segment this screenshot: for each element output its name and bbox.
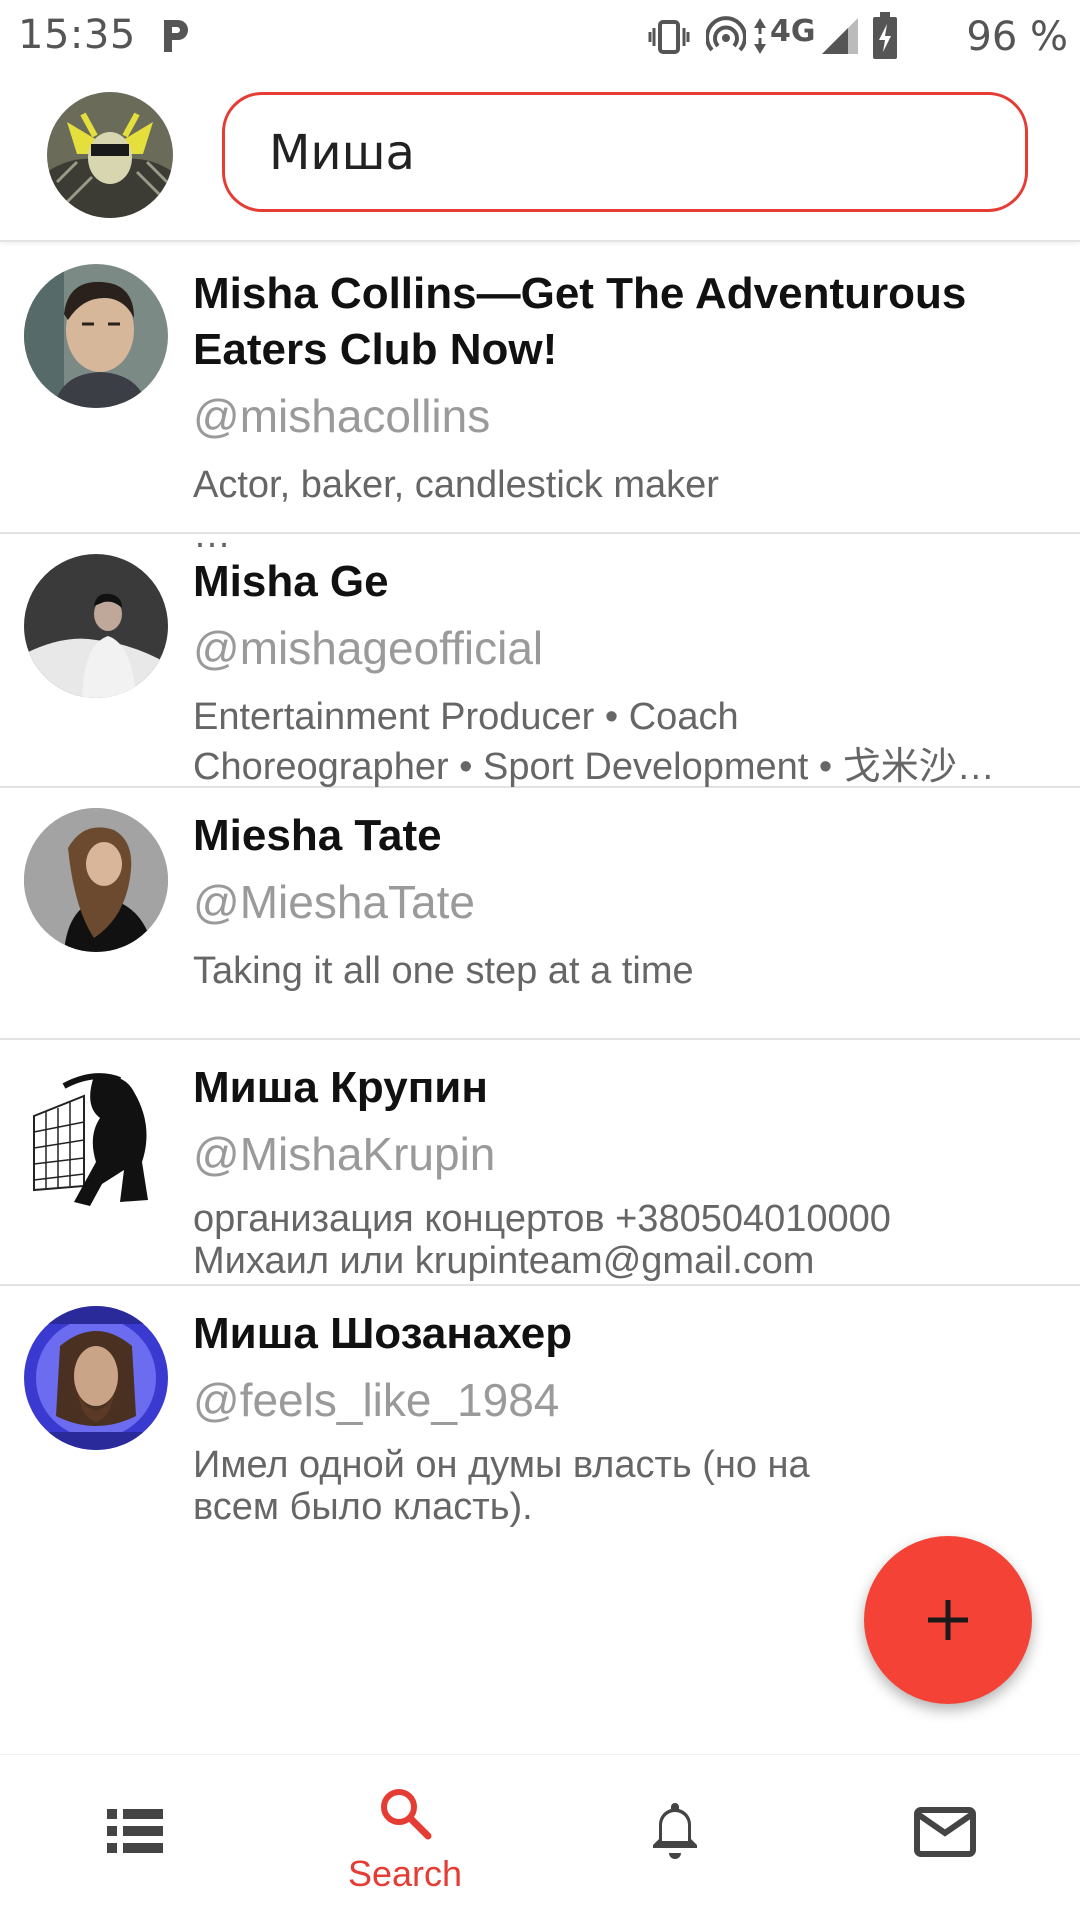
result-text: Миша Шозанахер @feels_like_1984 Имел одн… <box>193 1306 1053 1528</box>
result-handle: @mishacollins <box>193 390 491 442</box>
result-handle: @feels_like_1984 <box>193 1374 560 1426</box>
profile-picture <box>47 92 173 218</box>
result-avatar[interactable] <box>24 1066 168 1210</box>
result-avatar[interactable] <box>24 264 168 408</box>
battery-charging-icon <box>873 12 897 59</box>
result-avatar[interactable] <box>24 808 168 952</box>
search-results-list: Misha Collins—Get The Adventurous Eaters… <box>0 242 1080 1754</box>
status-bar: 15:35 4G 96 % <box>0 0 1080 76</box>
result-handle: @mishageofficial <box>193 622 544 674</box>
bell-icon <box>653 1803 697 1859</box>
compose-fab[interactable] <box>864 1536 1032 1704</box>
avatar-image <box>24 1306 168 1450</box>
result-item[interactable]: Миша Крупин @MishaKrupin организация кон… <box>0 1040 1080 1286</box>
plus-icon <box>928 1600 968 1640</box>
result-text: Miesha Tate @MieshaTate Taking it all on… <box>193 808 1053 996</box>
result-name: Misha Collins—Get The Adventurous Eaters… <box>193 269 967 374</box>
avatar-image <box>24 264 168 408</box>
result-name: Миша Шозанахер <box>193 1309 573 1358</box>
hotspot-icon <box>706 16 746 52</box>
parking-app-icon <box>164 20 188 52</box>
nav-search[interactable]: Search <box>270 1755 540 1920</box>
result-bio: Имел одной он думы власть (но на всем бы… <box>193 1444 810 1528</box>
nav-notifications[interactable] <box>540 1755 810 1920</box>
result-item[interactable]: Миша Шозанахер @feels_like_1984 Имел одн… <box>0 1286 1080 1536</box>
result-bio: организация концертов +380504010000 Миха… <box>193 1198 891 1282</box>
result-handle: @MieshaTate <box>193 876 475 928</box>
battery-percent: 96 % <box>966 14 1068 60</box>
signal-icon <box>822 18 858 54</box>
bottom-navigation: Search <box>0 1754 1080 1920</box>
result-avatar[interactable] <box>24 1306 168 1450</box>
result-name: Miesha Tate <box>193 811 442 860</box>
result-item[interactable]: Misha Ge @mishageofficial Entertainment … <box>0 534 1080 788</box>
search-input[interactable] <box>269 121 969 185</box>
network-type: 4G <box>770 14 816 49</box>
result-bio: Entertainment Producer • Coach Choreogra… <box>193 696 995 788</box>
search-icon <box>381 1789 432 1840</box>
nav-messages[interactable] <box>810 1755 1080 1920</box>
status-time: 15:35 <box>18 12 136 58</box>
result-item[interactable]: Miesha Tate @MieshaTate Taking it all on… <box>0 788 1080 1040</box>
result-name: Misha Ge <box>193 557 389 606</box>
search-header <box>0 76 1080 242</box>
result-bio: Taking it all one step at a time <box>193 950 694 992</box>
result-text: Миша Крупин @MishaKrupin организация кон… <box>193 1060 1053 1282</box>
result-text: Misha Collins—Get The Adventurous Eaters… <box>193 266 1053 560</box>
result-text: Misha Ge @mishageofficial Entertainment … <box>193 554 1053 792</box>
status-icons: 4G 96 % <box>648 10 1068 66</box>
result-handle: @MishaKrupin <box>193 1128 496 1180</box>
nav-timeline[interactable] <box>0 1755 270 1920</box>
result-avatar[interactable] <box>24 554 168 698</box>
screen: 15:35 4G 96 % Миша Misha Collins—Get The… <box>0 0 1080 1920</box>
list-icon <box>107 1809 163 1853</box>
mail-icon <box>914 1807 976 1857</box>
avatar-image <box>24 808 168 952</box>
vibrate-icon <box>648 20 690 54</box>
result-name: Миша Крупин <box>193 1063 488 1112</box>
nav-search-label: Search <box>347 1853 463 1894</box>
avatar-image <box>24 554 168 698</box>
result-item[interactable]: Misha Collins—Get The Adventurous Eaters… <box>0 242 1080 556</box>
avatar-image <box>24 1066 168 1210</box>
data-arrows-icon <box>754 18 766 54</box>
search-box[interactable] <box>222 92 1028 212</box>
my-profile-avatar[interactable] <box>47 92 173 218</box>
